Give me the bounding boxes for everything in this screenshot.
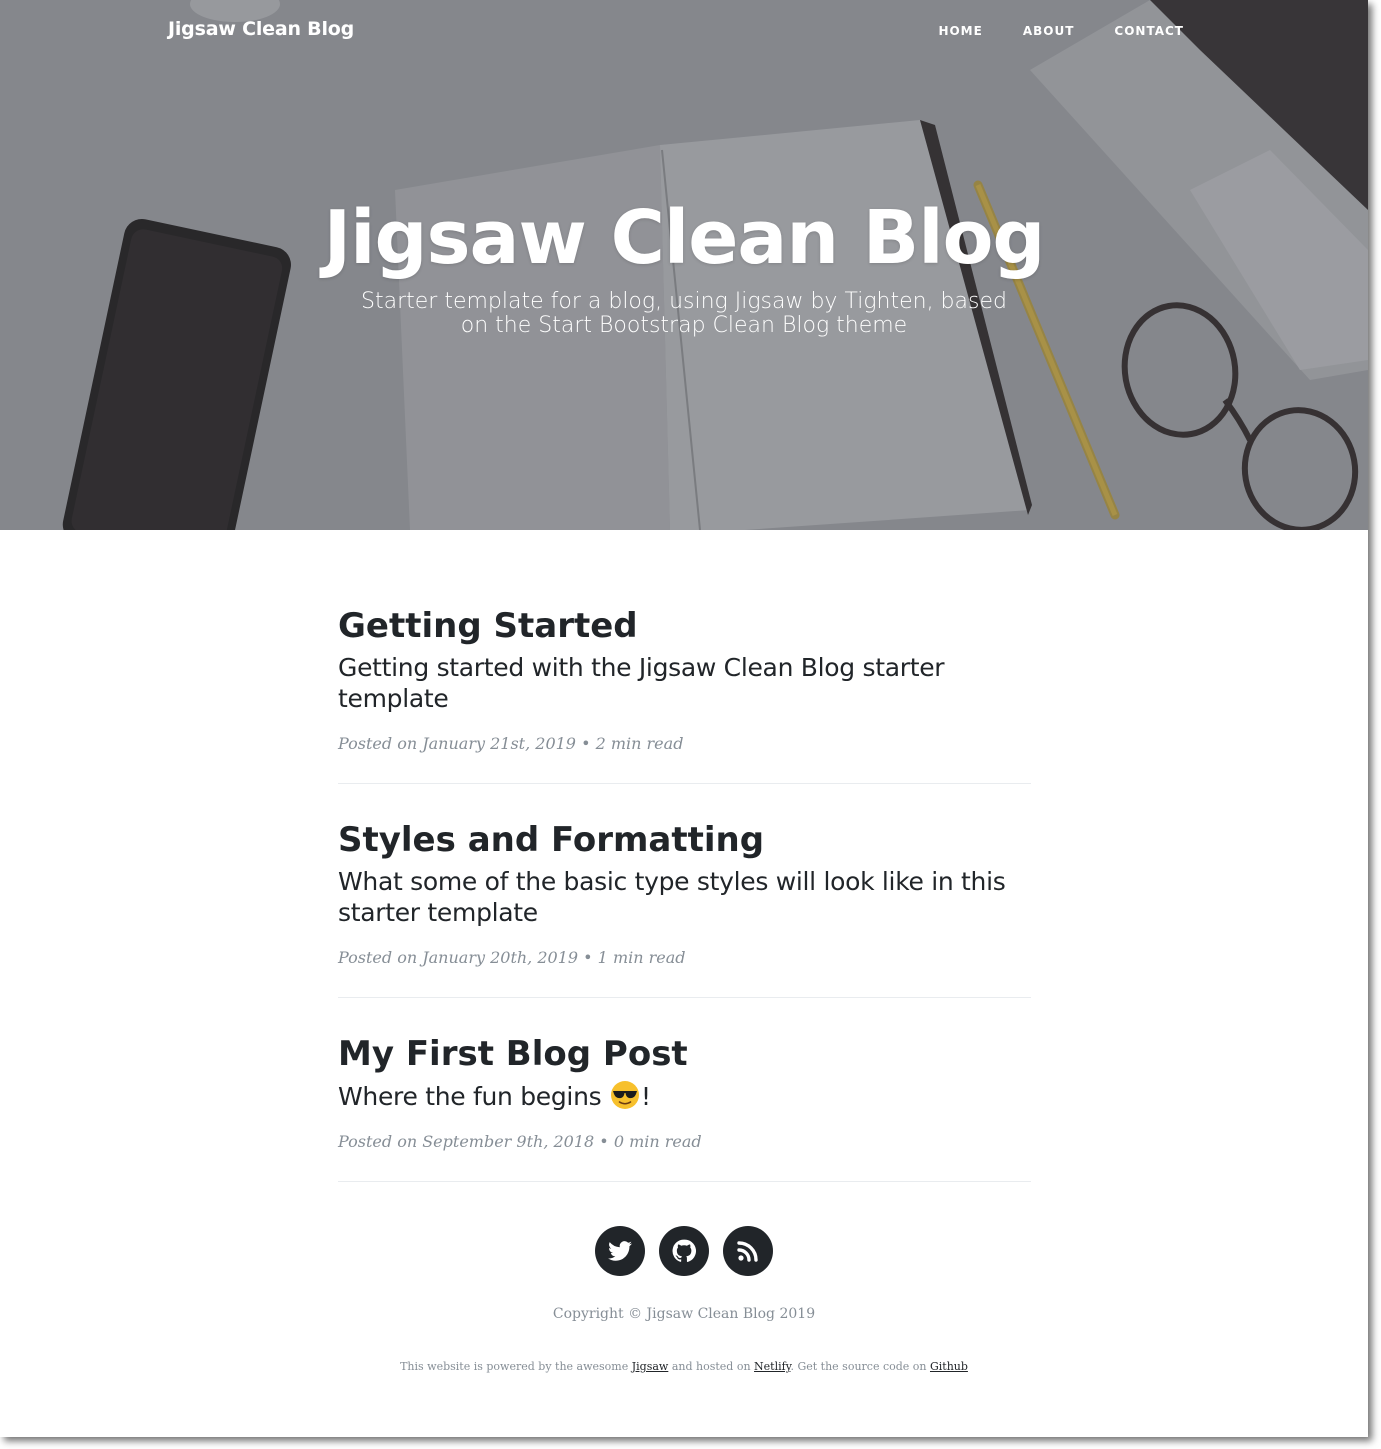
top-navbar: Jigsaw Clean Blog HOME ABOUT CONTACT <box>0 0 1368 62</box>
netlify-link[interactable]: Netlify <box>754 1360 790 1373</box>
github-button[interactable] <box>659 1226 709 1276</box>
post-preview: Getting Started Getting started with the… <box>338 600 1031 784</box>
footer: Copyright © Jigsaw Clean Blog 2019 This … <box>0 1226 1368 1373</box>
post-list: Getting Started Getting started with the… <box>338 600 1031 1212</box>
post-preview: Styles and Formatting What some of the b… <box>338 814 1031 998</box>
twitter-button[interactable] <box>595 1226 645 1276</box>
post-subtitle: What some of the basic type styles will … <box>338 867 1006 927</box>
page: Jigsaw Clean Blog HOME ABOUT CONTACT Jig… <box>0 0 1368 1437</box>
nav-link-contact[interactable]: CONTACT <box>1114 24 1184 38</box>
github-icon <box>672 1239 697 1262</box>
powered-text-2: and hosted on <box>668 1360 755 1373</box>
nav-link-about[interactable]: ABOUT <box>1023 24 1075 38</box>
site-title: Jigsaw Clean Blog <box>323 195 1046 281</box>
powered-by-text: This website is powered by the awesome J… <box>0 1360 1368 1373</box>
masthead: Jigsaw Clean Blog HOME ABOUT CONTACT Jig… <box>0 0 1368 530</box>
post-subtitle-punctuation: ! <box>641 1082 651 1111</box>
nav-link-home[interactable]: HOME <box>938 24 982 38</box>
social-links <box>0 1226 1368 1276</box>
twitter-icon <box>608 1241 632 1261</box>
post-meta: Posted on September 9th, 2018 • 0 min re… <box>338 1132 702 1151</box>
post-meta: Posted on January 20th, 2019 • 1 min rea… <box>338 948 686 967</box>
sunglasses-emoji-icon <box>611 1081 639 1109</box>
site-subtitle: Starter template for a blog, using Jigsa… <box>361 289 1007 338</box>
powered-text-3: . Get the source code on <box>790 1360 930 1373</box>
post-title-link[interactable]: Getting Started <box>338 600 1031 652</box>
site-heading: Jigsaw Clean Blog Starter template for a… <box>0 190 1368 338</box>
post-title-link[interactable]: My First Blog Post <box>338 1028 1031 1080</box>
rss-icon <box>737 1241 758 1262</box>
post-subtitle: Where the fun begins ! <box>338 1080 1031 1112</box>
post-subtitle-text: Where the fun begins <box>338 1082 609 1111</box>
rss-button[interactable] <box>723 1226 773 1276</box>
nav-links: HOME ABOUT CONTACT <box>898 24 1184 38</box>
post-subtitle: Getting started with the Jigsaw Clean Bl… <box>338 653 945 713</box>
navbar-brand[interactable]: Jigsaw Clean Blog <box>168 18 354 40</box>
post-title-link[interactable]: Styles and Formatting <box>338 814 1031 866</box>
post-meta: Posted on January 21st, 2019 • 2 min rea… <box>338 734 684 753</box>
powered-text-1: This website is powered by the awesome <box>400 1360 632 1373</box>
post-preview: My First Blog Post Where the fun begins … <box>338 1028 1031 1182</box>
github-source-link[interactable]: Github <box>930 1360 968 1373</box>
jigsaw-link[interactable]: Jigsaw <box>632 1360 669 1373</box>
copyright-text: Copyright © Jigsaw Clean Blog 2019 <box>552 1306 816 1322</box>
